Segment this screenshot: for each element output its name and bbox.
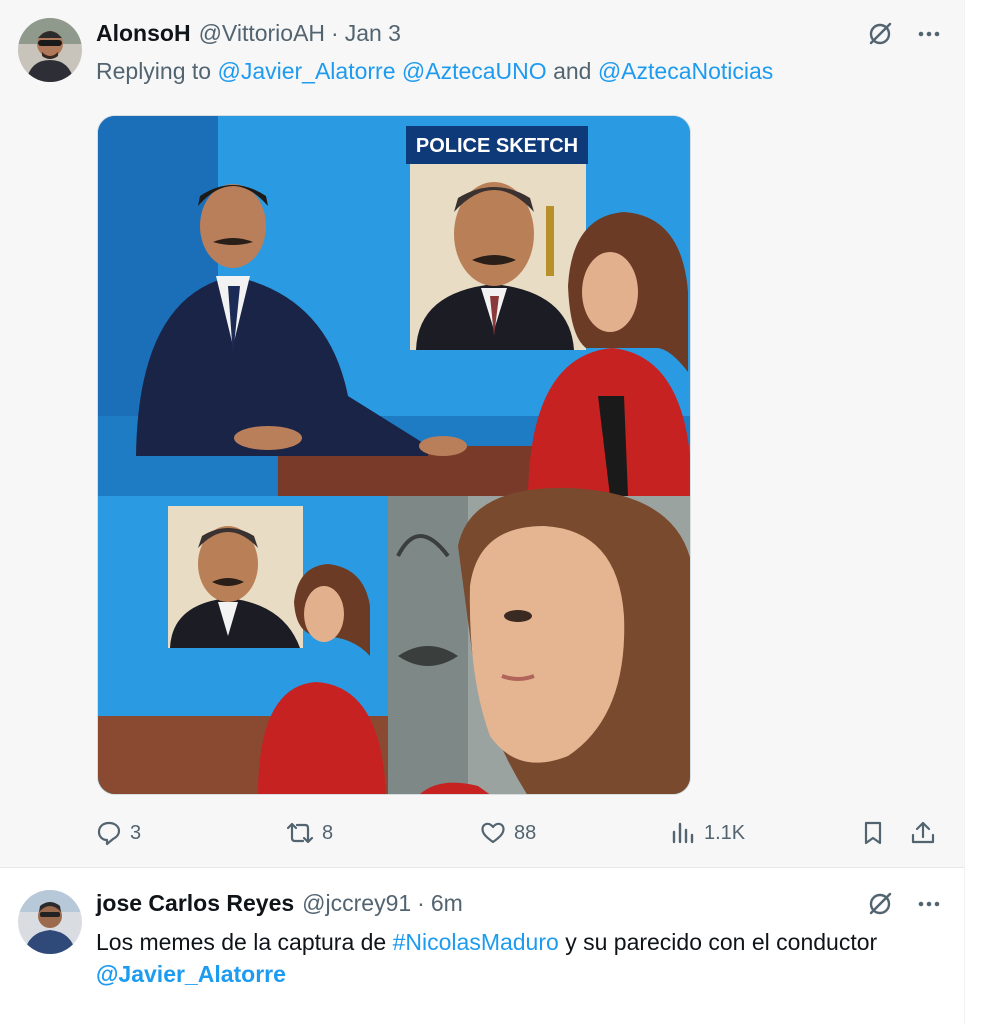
timestamp[interactable]: Jan 3 xyxy=(345,20,401,47)
share-button[interactable] xyxy=(910,815,936,851)
timestamp[interactable]: 6m xyxy=(431,890,463,917)
timeline: AlonsoH @VittorioAH · Jan 3 Replying to … xyxy=(0,0,964,1024)
tweet-header: AlonsoH @VittorioAH · Jan 3 xyxy=(96,20,401,50)
tweet-text-part: Los memes de la captura de xyxy=(96,929,387,955)
like-icon xyxy=(480,820,506,846)
right-edge xyxy=(964,0,983,1024)
views-icon xyxy=(670,820,696,846)
hashtag-link[interactable]: #NicolasMaduro xyxy=(393,929,559,955)
more-icon[interactable] xyxy=(916,21,942,47)
views-count: 1.1K xyxy=(704,821,746,844)
tweet[interactable]: AlonsoH @VittorioAH · Jan 3 Replying to … xyxy=(0,0,964,868)
mention-link[interactable]: @AztecaNoticias xyxy=(598,58,773,84)
user-handle[interactable]: @VittorioAH xyxy=(199,20,325,47)
replying-to-and: and xyxy=(553,58,592,84)
reply-button[interactable]: 3 xyxy=(96,815,141,851)
separator: · xyxy=(331,20,339,46)
more-icon[interactable] xyxy=(916,891,942,917)
bookmark-icon xyxy=(860,820,886,846)
views-button[interactable]: 1.1K xyxy=(670,815,745,851)
replying-to: Replying to @Javier_Alatorre @AztecaUNO … xyxy=(96,58,773,85)
user-handle[interactable]: @jccrey91 xyxy=(302,890,411,917)
bookmark-button[interactable] xyxy=(860,815,886,851)
avatar[interactable] xyxy=(18,890,82,954)
share-icon xyxy=(910,820,936,846)
like-count: 88 xyxy=(514,821,537,844)
police-sketch-label: POLICE SKETCH xyxy=(416,135,578,157)
tweet-text: Los memes de la captura de #NicolasMadur… xyxy=(96,926,896,990)
tweet-header: jose Carlos Reyes @jccrey91 · 6m xyxy=(96,890,463,920)
repost-count: 8 xyxy=(322,821,334,844)
tweet-top-actions xyxy=(866,890,942,918)
reply-icon xyxy=(96,820,122,846)
tweet-media-image[interactable]: POLICE SKETCH xyxy=(97,115,691,795)
tweet-text-part: y su parecido con el conductor xyxy=(565,929,878,955)
reply-count: 3 xyxy=(130,821,142,844)
repost-icon xyxy=(286,820,314,846)
avatar[interactable] xyxy=(18,18,82,82)
tweet-top-actions xyxy=(866,20,942,48)
display-name[interactable]: jose Carlos Reyes xyxy=(96,890,294,917)
display-name[interactable]: AlonsoH xyxy=(96,20,191,47)
grok-icon[interactable] xyxy=(866,890,894,918)
mention-link[interactable]: @AztecaUNO xyxy=(402,58,547,84)
mention-link[interactable]: @Javier_Alatorre xyxy=(96,961,286,987)
replying-to-label: Replying to xyxy=(96,58,212,84)
like-button[interactable]: 88 xyxy=(480,815,536,851)
separator: · xyxy=(417,890,425,916)
repost-button[interactable]: 8 xyxy=(286,815,333,851)
mention-link[interactable]: @Javier_Alatorre xyxy=(217,58,395,84)
tweet[interactable]: jose Carlos Reyes @jccrey91 · 6m Los mem… xyxy=(0,868,964,1024)
grok-icon[interactable] xyxy=(866,20,894,48)
tweet-actions: 3 8 88 1.1K xyxy=(96,815,942,851)
